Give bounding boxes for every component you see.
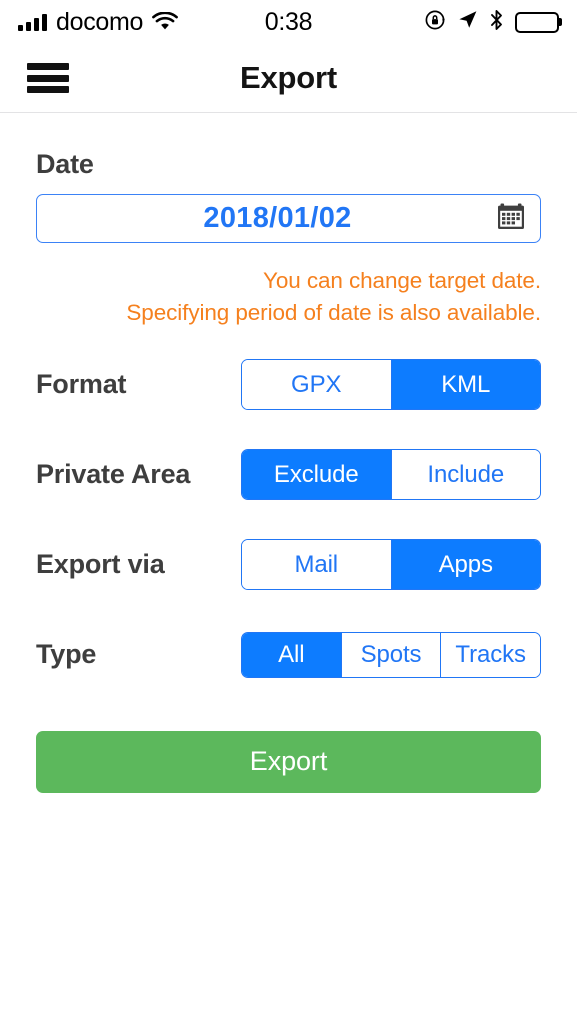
export-via-label: Export via [36,549,165,580]
format-row: Format GPX KML [36,357,541,413]
location-arrow-icon [457,9,478,35]
type-option-all[interactable]: All [242,632,342,677]
date-input[interactable]: 2018/01/02 [36,194,541,243]
private-area-label: Private Area [36,459,191,490]
date-label: Date [36,149,94,179]
export-via-option-apps[interactable]: Apps [391,540,540,590]
format-option-kml[interactable]: KML [391,360,540,410]
main-content: Date 2018/01/02 You can change target da… [0,149,577,793]
carrier-name: docomo [56,7,144,36]
battery-icon [515,11,559,33]
page-title: Export [240,60,337,95]
wifi-icon [152,12,179,32]
calendar-icon[interactable] [496,201,540,236]
format-label: Format [36,369,127,400]
private-area-option-exclude[interactable]: Exclude [242,450,392,500]
navigation-bar: Export [0,44,577,113]
date-value: 2018/01/02 [203,202,352,234]
rotation-lock-icon [424,9,446,36]
status-bar-right [424,9,559,36]
export-via-segmented-control[interactable]: Mail Apps [241,539,541,591]
type-label: Type [36,639,97,670]
type-row: Type All Spots Tracks [36,627,541,683]
type-option-tracks[interactable]: Tracks [441,632,540,677]
date-hint-line-2: Specifying period of date is also availa… [126,299,541,325]
format-option-gpx[interactable]: GPX [242,360,392,410]
private-area-row: Private Area Exclude Include [36,447,541,503]
date-hint: You can change target date. Specifying p… [36,265,541,329]
type-option-spots[interactable]: Spots [341,632,442,677]
bluetooth-icon [489,9,504,36]
signal-bars-icon [18,13,47,31]
date-section: Date 2018/01/02 You can change target da… [36,149,541,329]
status-bar-left: docomo [18,7,179,36]
private-area-option-include[interactable]: Include [391,450,540,500]
export-button[interactable]: Export [36,730,541,793]
format-segmented-control[interactable]: GPX KML [241,359,541,411]
export-via-row: Export via Mail Apps [36,537,541,593]
export-via-option-mail[interactable]: Mail [242,540,392,590]
private-area-segmented-control[interactable]: Exclude Include [241,449,541,501]
type-segmented-control[interactable]: All Spots Tracks [241,631,541,678]
app-screen: docomo 0:38 Export Date 2018/01/02 You c… [0,0,577,1024]
hamburger-menu-icon[interactable] [27,63,69,93]
status-bar: docomo 0:38 [0,0,577,44]
date-hint-line-1: You can change target date. [263,268,541,293]
